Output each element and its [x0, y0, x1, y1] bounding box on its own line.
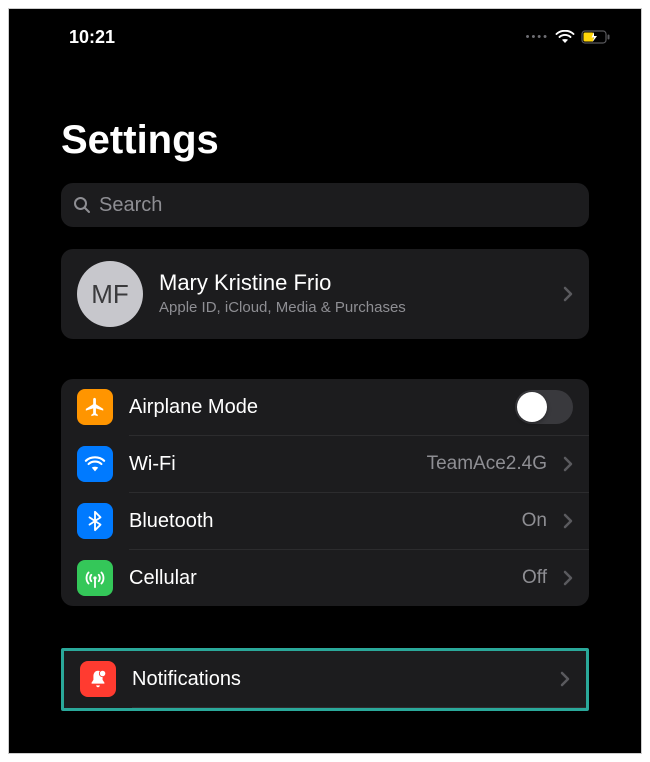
avatar: MF — [77, 261, 143, 327]
notifications-icon — [80, 661, 116, 697]
airplane-label: Airplane Mode — [129, 396, 499, 419]
wifi-value: TeamAce2.4G — [427, 453, 547, 475]
status-bar: 10:21 •••• — [9, 9, 641, 53]
wifi-icon — [555, 30, 575, 44]
page-title: Settings — [9, 53, 641, 183]
bluetooth-value: On — [522, 510, 547, 532]
chevron-right-icon — [563, 570, 573, 586]
search-input[interactable]: Search — [61, 183, 589, 227]
wifi-row[interactable]: Wi-Fi TeamAce2.4G — [61, 436, 589, 492]
content: Search MF Mary Kristine Frio Apple ID, i… — [9, 183, 641, 711]
notifications-label: Notifications — [132, 668, 544, 691]
phone-frame: 10:21 •••• Settings Search — [8, 8, 642, 754]
status-icons: •••• — [526, 30, 611, 44]
profile-text: Mary Kristine Frio Apple ID, iCloud, Med… — [159, 270, 547, 318]
switch-knob — [517, 392, 547, 422]
profile-card: MF Mary Kristine Frio Apple ID, iCloud, … — [61, 249, 589, 339]
connectivity-group: Airplane Mode Wi-Fi TeamAce2.4G — [61, 379, 589, 606]
notifications-highlight: Notifications — [61, 648, 589, 711]
profile-name: Mary Kristine Frio — [159, 270, 547, 296]
wifi-label: Wi-Fi — [129, 453, 411, 476]
bluetooth-icon — [77, 503, 113, 539]
airplane-toggle[interactable] — [515, 390, 573, 424]
status-time: 10:21 — [69, 27, 115, 48]
chevron-right-icon — [560, 671, 570, 687]
chevron-right-icon — [563, 513, 573, 529]
airplane-mode-row[interactable]: Airplane Mode — [61, 379, 589, 435]
chevron-right-icon — [563, 286, 573, 302]
profile-subtitle: Apple ID, iCloud, Media & Purchases — [159, 298, 547, 318]
cellular-row[interactable]: Cellular Off — [61, 550, 589, 606]
cellular-label: Cellular — [129, 567, 506, 590]
search-icon — [73, 196, 91, 214]
cellular-icon — [77, 560, 113, 596]
airplane-icon — [77, 389, 113, 425]
cellular-signal-icon: •••• — [526, 31, 549, 43]
wifi-settings-icon — [77, 446, 113, 482]
bluetooth-row[interactable]: Bluetooth On — [61, 493, 589, 549]
profile-row[interactable]: MF Mary Kristine Frio Apple ID, iCloud, … — [61, 249, 589, 339]
search-placeholder: Search — [99, 194, 162, 217]
bluetooth-label: Bluetooth — [129, 510, 506, 533]
battery-charging-icon — [581, 30, 611, 44]
chevron-right-icon — [563, 456, 573, 472]
cellular-value: Off — [522, 567, 547, 589]
notifications-row[interactable]: Notifications — [64, 651, 586, 707]
